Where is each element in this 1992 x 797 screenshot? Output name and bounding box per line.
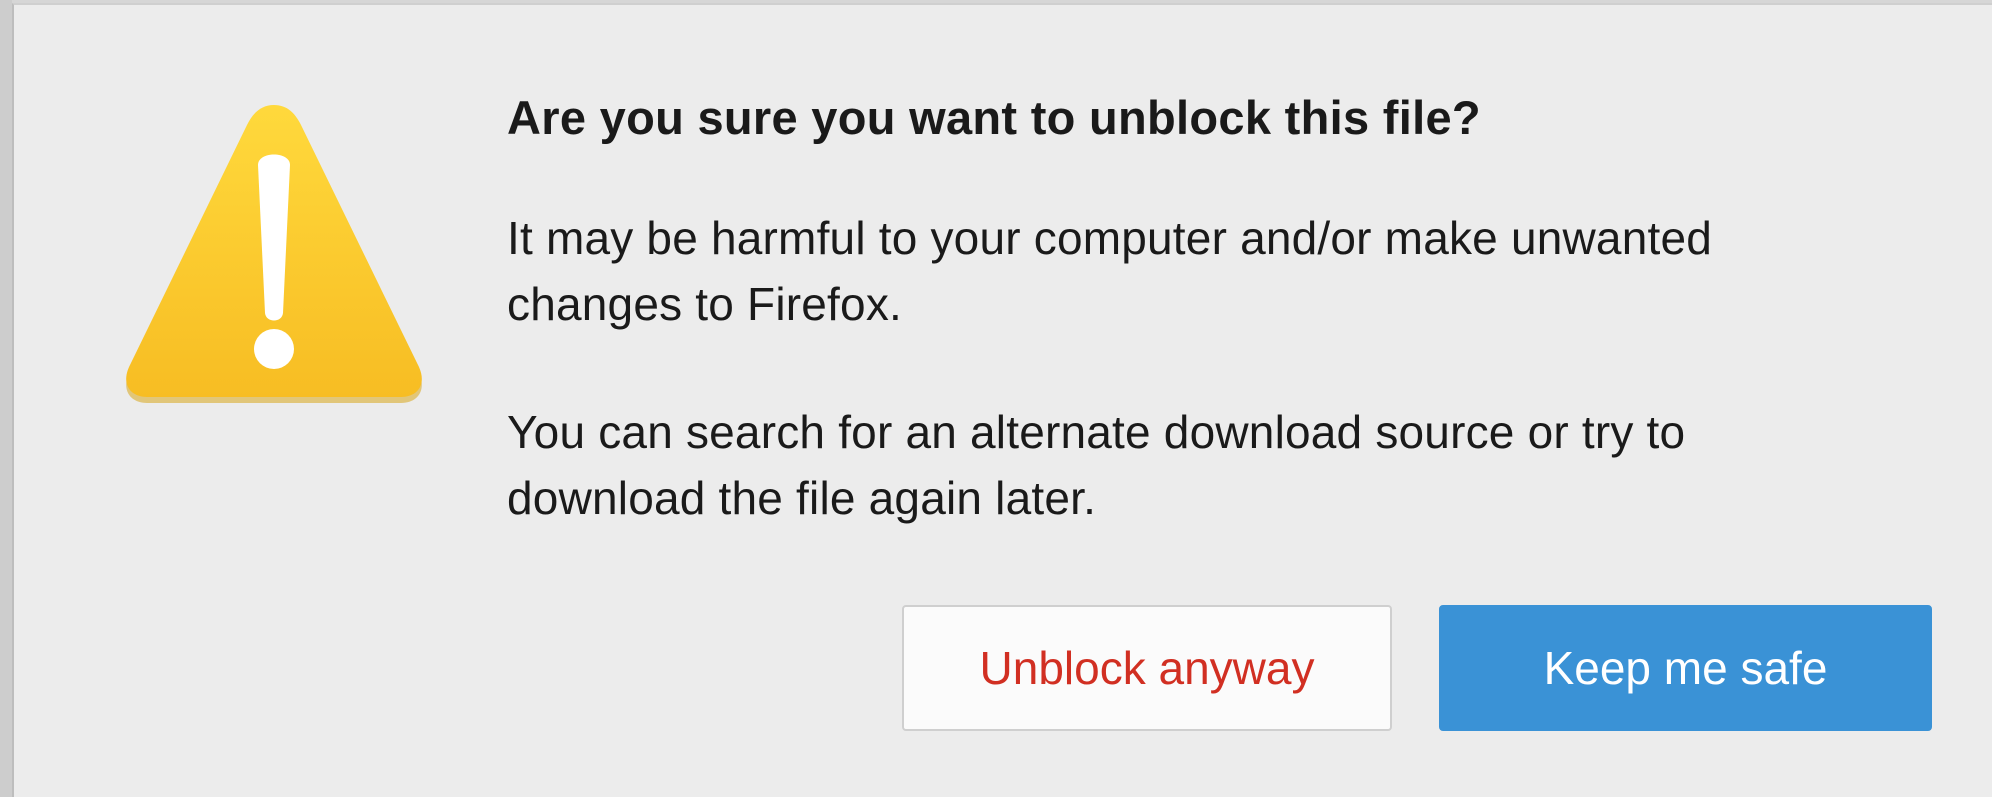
keep-me-safe-button[interactable]: Keep me safe (1439, 605, 1932, 731)
unblock-anyway-label: Unblock anyway (979, 642, 1315, 694)
alternate-source-text: You can search for an alternate download… (507, 399, 1957, 531)
unblock-anyway-button[interactable]: Unblock anyway (902, 605, 1392, 731)
warning-triangle-icon (126, 105, 422, 403)
harm-warning-text: It may be harmful to your computer and/o… (507, 205, 1957, 337)
alternate-source-line-1: You can search for an alternate download… (507, 406, 1686, 458)
dialog-title: Are you sure you want to unblock this fi… (507, 91, 1481, 144)
harm-warning-line-2: changes to Firefox. (507, 278, 903, 330)
window-edge (0, 0, 12, 797)
harm-warning-line-1: It may be harmful to your computer and/o… (507, 212, 1713, 264)
alternate-source-line-2: download the file again later. (507, 472, 1097, 524)
keep-me-safe-label: Keep me safe (1543, 642, 1828, 694)
dialog-text: Are you sure you want to unblock this fi… (507, 83, 1957, 593)
unblock-dialog: Are you sure you want to unblock this fi… (12, 3, 1992, 797)
